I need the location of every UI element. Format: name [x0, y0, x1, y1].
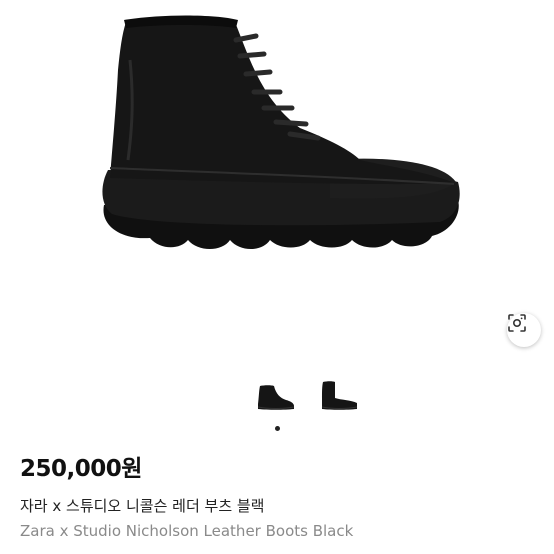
visual-search-button[interactable]	[507, 313, 541, 347]
product-image[interactable]	[0, 0, 554, 360]
boot-thumbnail-side-icon	[257, 385, 295, 410]
product-title-korean: 자라 x 스튜디오 니콜슨 레더 부츠 블랙	[20, 497, 265, 515]
thumbnail-strip	[0, 376, 554, 416]
product-price: 250,000원	[20, 456, 142, 482]
pagination-dot-active	[275, 426, 280, 431]
thumbnail-1[interactable]	[254, 376, 298, 416]
boot-photo	[102, 15, 460, 249]
thumbnail-2[interactable]	[317, 376, 361, 416]
product-title-english: Zara x Studio Nicholson Leather Boots Bl…	[20, 522, 354, 540]
visual-search-icon	[508, 314, 526, 332]
boot-thumbnail-profile-icon	[321, 381, 358, 410]
boot-upper	[110, 19, 452, 185]
gallery-pagination	[0, 426, 554, 432]
